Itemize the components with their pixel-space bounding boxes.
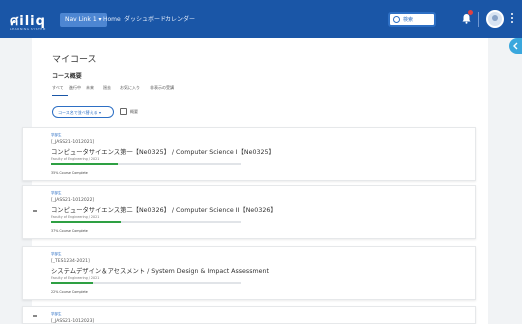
course-subtitle: Faculty of Engineering / 2021 [51,157,100,161]
header-divider [478,12,479,27]
view-checkbox[interactable] [120,108,127,115]
course-tag: 学部生 [51,312,62,316]
search-label: 検索 [403,17,414,23]
filter-tab-favorites[interactable]: お気に入り [120,85,140,91]
search-icon [393,16,400,23]
course-title[interactable]: コンピュータサイエンス第二【Ne0326】 / Computer Science… [51,205,277,214]
course-progress-text: 22% Course Complete [51,290,88,294]
nav-link-1[interactable]: Nav Link 1 ▾ [60,13,107,27]
course-title[interactable]: コンピュータサイエンス第一【Ne0325】 / Computer Science… [51,147,275,156]
course-card[interactable]: 学部生 [_JASS21-1012023] [22,306,476,324]
course-subtitle: Faculty of Engineering / 2021 [51,215,100,219]
notification-badge [468,10,473,15]
kebab-icon[interactable] [510,13,514,25]
course-code: [_JASS21-1012022] [51,198,95,203]
top-navigation-bar: ศiliq LEARNING SYSTEM Nav Link 1 ▾ Home … [0,0,522,38]
course-progress-fill [51,221,122,223]
section-title: コース概要 [52,73,82,80]
sort-select[interactable]: コース名で並べ替える ▾ [52,106,114,118]
course-progress-bar [51,163,241,165]
filter-tab-hidden[interactable]: 非表示の受講 [150,85,174,91]
drawer-toggle-button[interactable] [509,38,522,54]
filter-tab-future[interactable]: 未来 [86,85,94,91]
avatar-icon [492,15,498,21]
user-avatar[interactable] [486,10,504,28]
search-button[interactable]: 検索 [388,12,436,27]
nav-calendar[interactable]: カレンダー [165,13,195,27]
course-progress-fill [51,282,93,284]
page-title: マイコース [52,55,97,65]
course-progress-fill [51,163,118,165]
course-tag: 学部生 [51,133,62,137]
course-card[interactable]: 学部生 [_TES1234-2021] システムデザイン＆アセスメント / Sy… [22,246,476,300]
course-code: [_TES1234-2021] [51,259,90,264]
course-progress-text: 35% Course Complete [51,171,88,175]
course-progress-bar [51,221,241,223]
sort-label: コース名で並べ替える ▾ [58,110,101,115]
course-tag: 学部生 [51,191,62,195]
filter-tab-all[interactable]: すべて [52,85,64,91]
course-subtitle: Faculty of Engineering / 2021 [51,276,100,280]
active-tab-indicator [52,95,68,96]
collapse-marker-icon[interactable] [33,315,37,317]
filter-tab-past[interactable]: 過去 [103,85,111,91]
chevron-left-icon [513,42,518,50]
view-label: 概要 [130,109,138,114]
course-code: [_JASS21-1012021] [51,140,95,145]
course-progress-text: 37% Course Complete [51,229,88,233]
nav-home[interactable]: Home [103,13,121,27]
nav-dashboard[interactable]: ダッシュボード [124,13,166,27]
course-card[interactable]: 学部生 [_JASS21-1012022] コンピュータサイエンス第二【Ne03… [22,185,476,239]
course-title[interactable]: システムデザイン＆アセスメント / System Design & Impact… [51,266,269,275]
course-progress-bar [51,282,241,284]
course-code: [_JASS21-1012023] [51,319,95,324]
filter-tab-in-progress[interactable]: 進行中 [69,85,81,91]
course-card[interactable]: 学部生 [_JASS21-1012021] コンピュータサイエンス第一【Ne03… [22,127,476,181]
course-tag: 学部生 [51,252,62,256]
collapse-marker-icon[interactable] [33,210,37,212]
site-logo-subtitle: LEARNING SYSTEM [10,27,46,31]
